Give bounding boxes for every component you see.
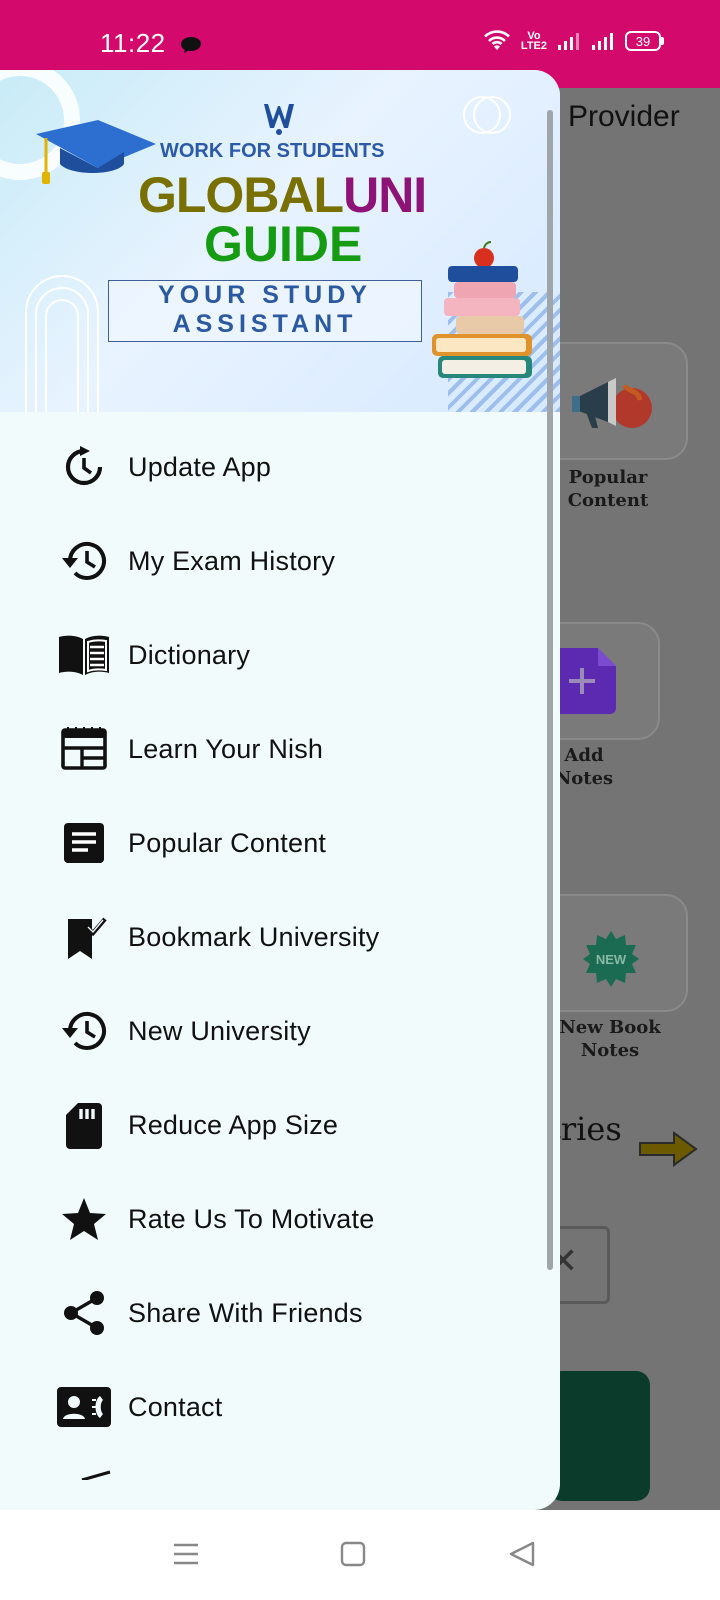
drawer-scrollbar[interactable]: [547, 110, 553, 1270]
drawer-banner: WORK FOR STUDENTS GLOBALUNI GUIDE YOUR S…: [0, 70, 560, 412]
menu-label-dictionary: Dictionary: [128, 639, 251, 670]
home-icon[interactable]: [340, 1540, 366, 1568]
bg-card-new-book-label: New Book Notes: [559, 1017, 661, 1061]
calendar-icon: [56, 721, 112, 777]
battery-icon: 39: [625, 31, 664, 51]
drawer-menu: Update App My Exam History Dictionary Le…: [0, 420, 560, 1454]
history-icon: [56, 533, 112, 589]
status-time: 11:22: [100, 28, 166, 58]
signal-icon-2: [592, 33, 613, 50]
banner-decor-rings: [463, 96, 511, 134]
menu-item-learn-nish[interactable]: Learn Your Nish: [0, 702, 560, 796]
megaphone-icon: [572, 378, 652, 428]
bg-card-popular-label: Popular Content: [567, 467, 649, 511]
menu-label-share: Share With Friends: [128, 1297, 363, 1328]
menu-item-exam-history[interactable]: My Exam History: [0, 514, 560, 608]
menu-label-contact: Contact: [128, 1391, 223, 1422]
brand-logo-icon: [264, 104, 294, 135]
battery-level: 39: [635, 33, 651, 49]
menu-label-learn-nish: Learn Your Nish: [128, 733, 324, 764]
menu-item-update-app[interactable]: Update App: [0, 420, 560, 514]
menu-label-popular-content: Popular Content: [128, 827, 327, 858]
star-icon: [56, 1191, 112, 1247]
status-icons: Vo LTE2 39: [483, 30, 664, 52]
menu-item-dictionary[interactable]: Dictionary: [0, 608, 560, 702]
menu-item-contact[interactable]: Contact: [0, 1360, 560, 1454]
menu-label-exam-history: My Exam History: [128, 545, 336, 576]
bg-green-card: [548, 1371, 650, 1501]
signal-icon: [558, 33, 579, 50]
partial-menu-icon: [81, 1470, 111, 1480]
navigation-drawer: WORK FOR STUDENTS GLOBALUNI GUIDE YOUR S…: [0, 70, 560, 1510]
brand-tagline-box: YOUR STUDY ASSISTANT: [108, 280, 422, 342]
new-badge-icon: NEW: [583, 931, 639, 992]
menu-item-reduce-app-size[interactable]: Reduce App Size: [0, 1078, 560, 1172]
history-icon: [56, 1003, 112, 1059]
sd-card-icon: [56, 1097, 112, 1153]
book-icon: [56, 627, 112, 683]
books-stack-icon: [432, 241, 532, 378]
update-icon: [56, 439, 112, 495]
message-icon: [181, 37, 201, 53]
brand-name-line2: GUIDE: [204, 216, 363, 272]
arrow-right-icon: [639, 1131, 698, 1167]
volte-badge: Vo LTE2: [520, 30, 547, 52]
bg-title: Provider: [568, 100, 680, 133]
brand-name: GLOBALUNI: [138, 167, 427, 223]
brand-tagline-top: WORK FOR STUDENTS: [160, 140, 385, 162]
menu-item-share[interactable]: Share With Friends: [0, 1266, 560, 1360]
wifi-icon: [484, 30, 510, 50]
menu-label-new-university: New University: [128, 1015, 311, 1046]
menu-label-reduce-app-size: Reduce App Size: [128, 1109, 339, 1140]
menu-item-new-university[interactable]: New University: [0, 984, 560, 1078]
banner-decor-arch: [25, 275, 99, 412]
menu-label-rate-us: Rate Us To Motivate: [128, 1203, 375, 1234]
menu-item-popular-content[interactable]: Popular Content: [0, 796, 560, 890]
menu-label-update-app: Update App: [128, 451, 272, 482]
system-nav-bar: [0, 1510, 720, 1600]
article-icon: [56, 815, 112, 871]
back-icon[interactable]: [508, 1540, 536, 1568]
menu-item-bookmark-university[interactable]: Bookmark University: [0, 890, 560, 984]
menu-label-bookmark-university: Bookmark University: [128, 921, 380, 952]
contact-card-icon: [56, 1379, 112, 1435]
svg-text:NEW: NEW: [596, 952, 627, 967]
menu-item-rate-us[interactable]: Rate Us To Motivate: [0, 1172, 560, 1266]
bookmark-icon: [56, 909, 112, 965]
share-icon: [56, 1285, 112, 1341]
recents-menu-icon[interactable]: [172, 1540, 200, 1568]
